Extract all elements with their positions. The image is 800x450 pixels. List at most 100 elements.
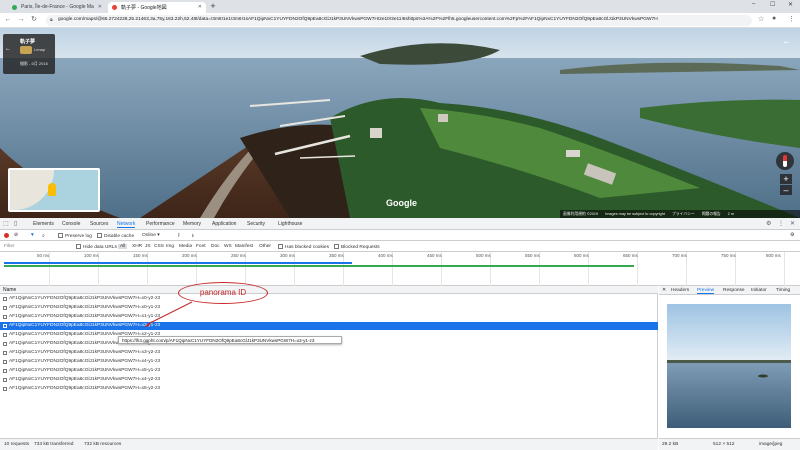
preserve-log-checkbox[interactable]: Preserve log <box>58 233 92 239</box>
tab-response[interactable]: Response <box>723 288 745 293</box>
request-row[interactable]: AF1QipNxC1YUYFDN2OfQ9pEa8cGlJ1kP3UNVkwsP… <box>0 367 658 375</box>
tab-console[interactable]: Console <box>62 221 80 227</box>
request-row[interactable]: AF1QipNxC1YUYFDN2OfQ9pEa8cGlJ1kP3UNVkwsP… <box>0 295 658 303</box>
street-view-panorama[interactable]: ← 軌子夢 Lenap 撮影 - 6月 2016 ← Google + – 画像… <box>0 28 800 218</box>
close-icon[interactable]: ← <box>782 36 792 47</box>
filter-type-all[interactable]: All <box>118 244 128 249</box>
forward-arrow-icon[interactable]: → <box>16 15 26 25</box>
tab-lighthouse[interactable]: Lighthouse <box>278 221 302 227</box>
copyright-link[interactable]: Images may be subject to copyright <box>605 212 665 216</box>
timeline-tick-label: 350 ms <box>329 253 344 258</box>
request-row[interactable]: AF1QipNxC1YUYFDN2OfQ9pEa8cGlJ1kP3UNVkwsP… <box>0 358 658 366</box>
disable-cache-checkbox[interactable]: Disable cache <box>97 233 134 239</box>
tab-elements[interactable]: Elements <box>33 221 54 227</box>
column-header-name[interactable]: Name <box>0 286 658 294</box>
filter-type-doc[interactable]: Doc <box>211 244 220 249</box>
request-row[interactable]: AF1QipNxC1YUYFDN2OfQ9pEa8cGlJ1kP3UNVkwsP… <box>0 376 658 384</box>
address-bar[interactable]: 🔒︎ google.com/maps/@65.2724228,25.21463,… <box>46 15 752 26</box>
devtools-panel: ⬚ ▯ Elements Console Sources Network Per… <box>0 218 800 450</box>
response-preview-pane: ✕ Headers Preview Response Initiator Tim… <box>659 286 800 450</box>
settings-gear-icon[interactable]: ⚙ <box>766 220 771 227</box>
tab-memory[interactable]: Memory <box>183 221 201 227</box>
new-tab-button[interactable]: + <box>208 2 218 12</box>
network-settings-icon[interactable]: ⚙ <box>790 233 794 238</box>
star-icon[interactable]: ☆ <box>758 15 764 23</box>
close-icon[interactable]: ✕ <box>790 220 795 227</box>
request-row-selected[interactable]: AF1QipNxC1YUYFDN2OfQ9pEa8cGlJ1kP3UNVkwsP… <box>0 322 658 330</box>
filter-type-img[interactable]: Img <box>166 244 174 249</box>
tab-title: 軌子夢 - Google地図 <box>121 5 167 11</box>
request-count: 10 requests <box>4 442 30 447</box>
tab-strip: Paris, Île-de-France - Google Ma ✕ 軌子夢 -… <box>0 0 800 13</box>
request-row[interactable]: AF1QipNxC1YUYFDN2OfQ9pEa8cGlJ1kP3UNVkwsP… <box>0 313 658 321</box>
tab-timing[interactable]: Timing <box>776 288 790 293</box>
reload-icon[interactable]: ↻ <box>29 15 39 25</box>
image-file-icon <box>3 306 7 310</box>
more-options-icon[interactable]: ⋮ <box>778 220 784 227</box>
zoom-in-button[interactable]: + <box>780 174 792 184</box>
url-tooltip: https://lh3.ggpht.com/p/AF1QipNxC1YUYFDN… <box>118 336 342 344</box>
tab-paris[interactable]: Paris, Île-de-France - Google Ma ✕ <box>8 2 106 13</box>
mini-map[interactable] <box>8 168 100 212</box>
filter-type-manifest[interactable]: Manifest <box>235 244 253 249</box>
tab-headers[interactable]: Headers <box>671 288 689 293</box>
clear-icon[interactable]: ⊘ <box>14 233 18 238</box>
request-row[interactable]: AF1QipNxC1YUYFDN2OfQ9pEa8cGlJ1kP3UNVkwsP… <box>0 385 658 393</box>
export-icon[interactable]: ⭳ <box>192 233 194 241</box>
filter-input[interactable]: Filter <box>4 244 15 249</box>
close-tab-icon[interactable]: ✕ <box>98 4 102 10</box>
request-row[interactable]: AF1QipNxC1YUYFDN2OfQ9pEa8cGlJ1kP3UNVkwsP… <box>0 304 658 312</box>
tab-preview[interactable]: Preview <box>697 288 715 294</box>
tab-initiator[interactable]: Initiator <box>751 288 767 293</box>
pegman-icon <box>48 183 56 196</box>
blocked-cookies-checkbox[interactable]: Has blocked cookies <box>278 244 329 250</box>
menu-dots-icon[interactable]: ⋮ <box>788 15 795 23</box>
zoom-out-button[interactable]: – <box>780 185 792 195</box>
device-toolbar-icon[interactable]: ▯ <box>14 220 17 227</box>
url-text: google.com/maps/@65.2724228,25.21463,3a,… <box>58 17 658 22</box>
tab-application[interactable]: Application <box>212 221 236 227</box>
maximize-button[interactable]: ☐ <box>770 1 775 8</box>
throttling-select[interactable]: Online ▾ <box>142 233 160 238</box>
filter-type-js[interactable]: JS <box>145 244 151 249</box>
image-size: 29.2 kB <box>662 442 679 447</box>
profile-icon[interactable]: ● <box>772 15 776 22</box>
hide-data-urls-checkbox[interactable]: Hide data URLs <box>76 244 117 250</box>
report-link[interactable]: 問題の報告 <box>702 212 721 216</box>
filter-icon[interactable]: ▼ <box>30 233 35 238</box>
blocked-requests-checkbox[interactable]: Blocked Requests <box>334 244 380 250</box>
contributor-name[interactable]: Lenap <box>34 47 45 52</box>
avatar[interactable] <box>20 46 32 54</box>
request-list: Name AF1QipNxC1YUYFDN2OfQ9pEa8cGlJ1kP3UN… <box>0 286 658 440</box>
back-arrow-icon[interactable]: ← <box>3 15 13 25</box>
filter-type-font[interactable]: Font <box>196 244 206 249</box>
search-icon[interactable]: ⌕ <box>42 233 45 239</box>
tab-performance[interactable]: Performance <box>146 221 175 227</box>
tab-network[interactable]: Network <box>117 221 136 228</box>
back-arrow-icon[interactable]: ← <box>5 46 11 52</box>
compass-icon[interactable] <box>776 152 794 170</box>
annotation-arrow <box>144 301 193 327</box>
privacy-link[interactable]: プライバシー <box>672 212 695 216</box>
filter-type-xhr[interactable]: XHR <box>132 244 142 249</box>
tab-active[interactable]: 軌子夢 - Google地図 ✕ <box>108 2 206 13</box>
network-overview[interactable]: 50 ms 100 ms 150 ms 200 ms 250 ms 300 ms… <box>0 252 800 286</box>
close-window-button[interactable]: ✕ <box>788 1 793 8</box>
record-icon[interactable] <box>4 233 9 238</box>
request-row[interactable]: AF1QipNxC1YUYFDN2OfQ9pEa8cGlJ1kP3UNVkwsP… <box>0 349 658 357</box>
timeline-tick-label: 50 ms <box>37 253 50 258</box>
preview-tabbar: ✕ Headers Preview Response Initiator Tim… <box>659 286 800 295</box>
filter-type-css[interactable]: CSS <box>154 244 164 249</box>
inspect-icon[interactable]: ⬚ <box>3 220 9 227</box>
close-tab-icon[interactable]: ✕ <box>198 4 202 10</box>
tab-sources[interactable]: Sources <box>90 221 108 227</box>
transferred-size: 733 kB transferred <box>34 442 74 447</box>
close-icon[interactable]: ✕ <box>662 288 666 293</box>
import-icon[interactable]: ⭱ <box>178 233 180 241</box>
filter-type-ws[interactable]: WS <box>224 244 232 249</box>
filter-type-media[interactable]: Media <box>179 244 192 249</box>
minimize-button[interactable]: – <box>752 1 755 7</box>
tab-title: Paris, Île-de-France - Google Ma <box>21 4 94 10</box>
tab-security[interactable]: Security <box>247 221 265 227</box>
filter-type-other[interactable]: Other <box>259 244 271 249</box>
